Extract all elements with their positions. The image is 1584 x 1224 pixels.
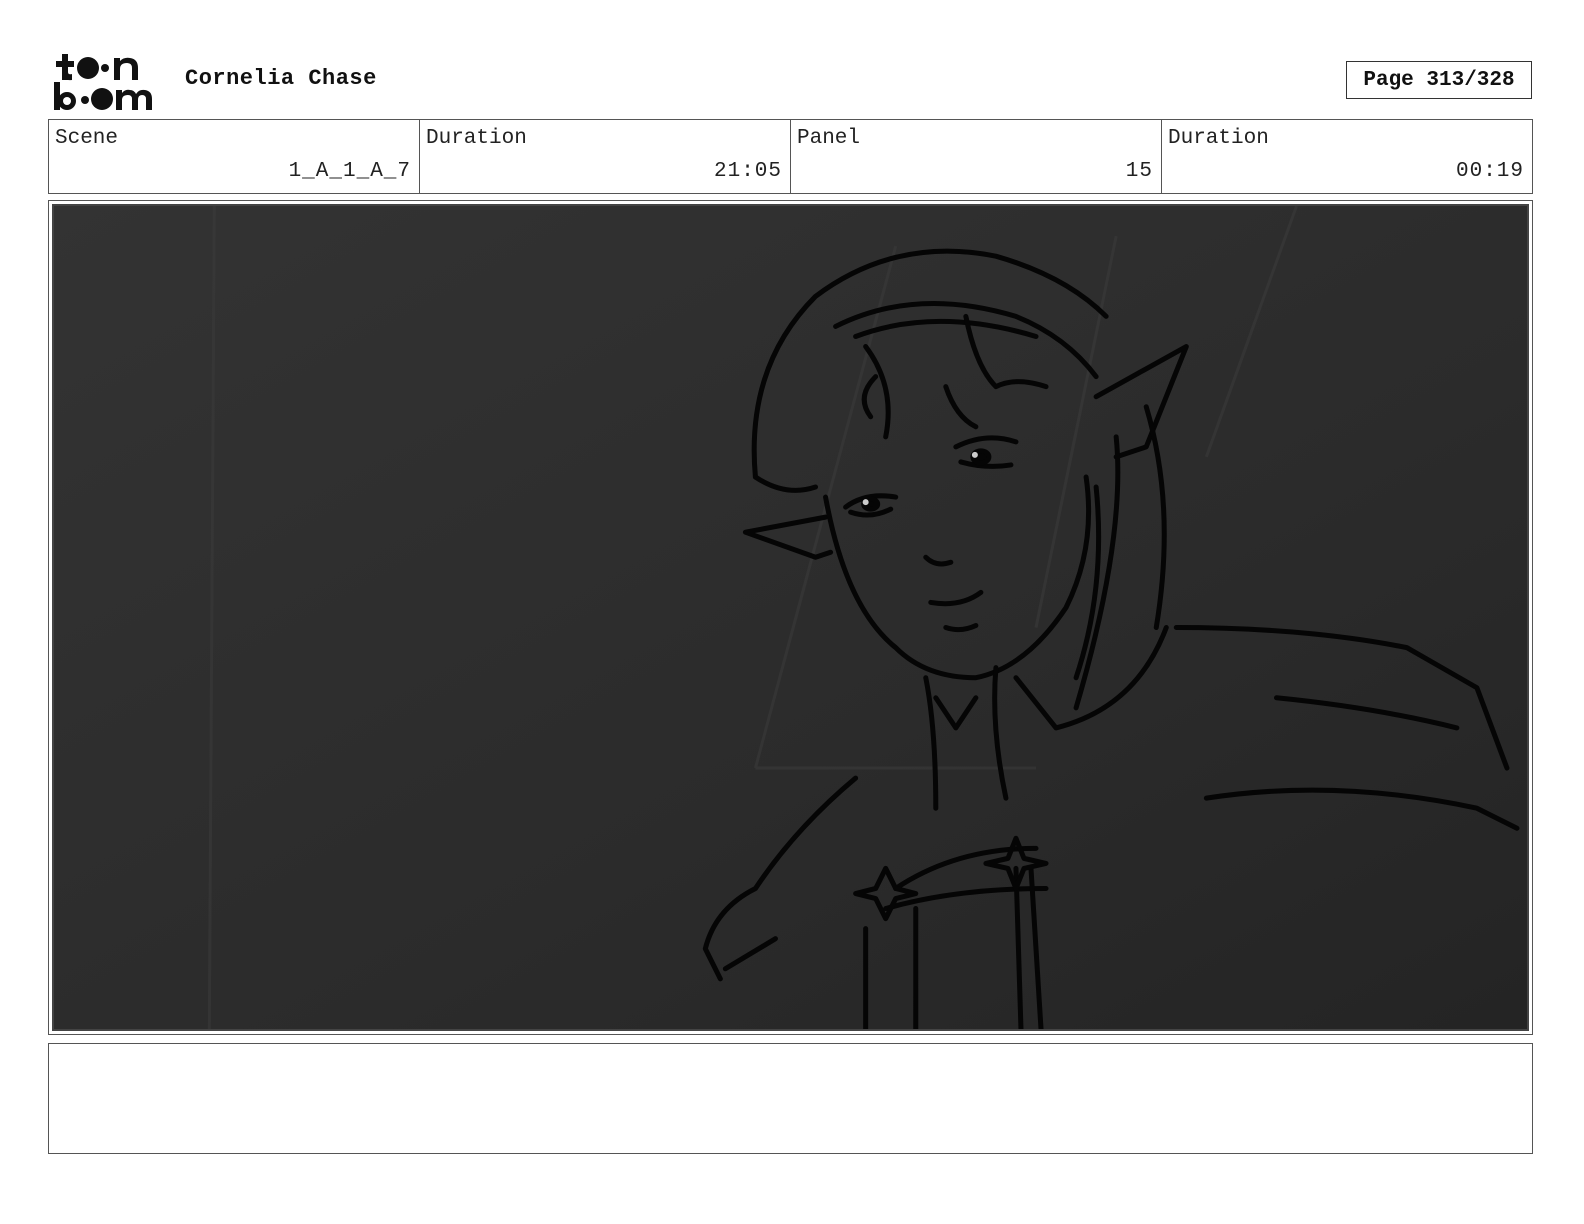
panel-duration-value: 00:19 (1455, 160, 1524, 183)
scene-duration-cell: Duration 21:05 (420, 120, 791, 193)
panel-notes-box (48, 1043, 1533, 1154)
panel-drawing (52, 204, 1529, 1031)
panel-duration-cell: Duration 00:19 (1162, 120, 1532, 193)
panel-label: Panel (797, 127, 861, 150)
toonboom-logo (54, 54, 152, 110)
scene-duration-value: 21:05 (713, 160, 782, 183)
scene-duration-label: Duration (426, 127, 527, 150)
info-table: Scene 1_A_1_A_7 Duration 21:05 Panel 15 … (48, 119, 1533, 194)
panel-sketch-image (54, 206, 1527, 1029)
panel-duration-label: Duration (1168, 127, 1269, 150)
panel-value: 15 (1125, 160, 1153, 183)
storyboard-frame (48, 200, 1533, 1035)
scene-cell: Scene 1_A_1_A_7 (49, 120, 420, 193)
scene-label: Scene (55, 127, 119, 150)
project-title: Cornelia Chase (185, 66, 377, 91)
page-indicator: Page 313/328 (1346, 61, 1532, 99)
panel-cell: Panel 15 (791, 120, 1162, 193)
scene-value: 1_A_1_A_7 (288, 160, 411, 183)
